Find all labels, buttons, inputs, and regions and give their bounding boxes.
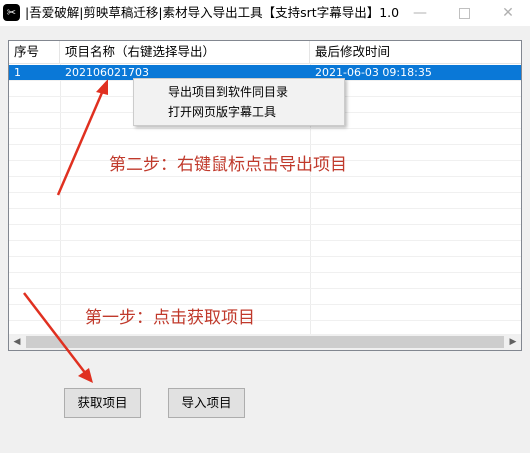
- empty-row: [9, 129, 521, 145]
- annotation-step-one: 第一步：点击获取项目: [85, 308, 255, 328]
- minimize-button[interactable]: —: [398, 0, 442, 26]
- column-header-index[interactable]: 序号: [9, 41, 60, 63]
- column-header-modified[interactable]: 最后修改时间: [310, 41, 521, 63]
- empty-row: [9, 257, 521, 273]
- import-project-button[interactable]: 导入项目: [168, 388, 245, 418]
- empty-row: [9, 177, 521, 193]
- column-header-name[interactable]: 项目名称（右键选择导出）: [60, 41, 310, 63]
- scroll-right-icon[interactable]: ▶: [505, 334, 521, 350]
- close-button[interactable]: ✕: [486, 0, 530, 26]
- empty-row: [9, 241, 521, 257]
- empty-row: [9, 273, 521, 289]
- annotation-step-two: 第二步：右键鼠标点击导出项目: [109, 155, 347, 175]
- title-bar: ✂ |吾爱破解|剪映草稿迁移|素材导入导出工具【支持srt字幕导出】1.0 ..…: [0, 0, 530, 26]
- scroll-thumb[interactable]: [26, 336, 504, 348]
- empty-row: [9, 193, 521, 209]
- row-index: 1: [14, 66, 21, 79]
- fetch-project-button[interactable]: 获取项目: [64, 388, 141, 418]
- window-title: |吾爱破解|剪映草稿迁移|素材导入导出工具【支持srt字幕导出】1.0 ...: [25, 5, 400, 20]
- maximize-icon: [458, 7, 470, 19]
- context-menu: 导出项目到软件同目录 打开网页版字幕工具: [133, 78, 345, 126]
- empty-row: [9, 209, 521, 225]
- menu-item-open-subtitle-tool[interactable]: 打开网页版字幕工具: [134, 102, 344, 122]
- empty-row: [9, 225, 521, 241]
- maximize-button[interactable]: [442, 0, 486, 26]
- horizontal-scrollbar[interactable]: ◀ ▶: [9, 334, 521, 350]
- scroll-left-icon[interactable]: ◀: [9, 334, 25, 350]
- menu-item-export-project[interactable]: 导出项目到软件同目录: [134, 82, 344, 102]
- list-header: 序号 项目名称（右键选择导出） 最后修改时间: [9, 41, 521, 64]
- app-icon: ✂: [3, 4, 20, 21]
